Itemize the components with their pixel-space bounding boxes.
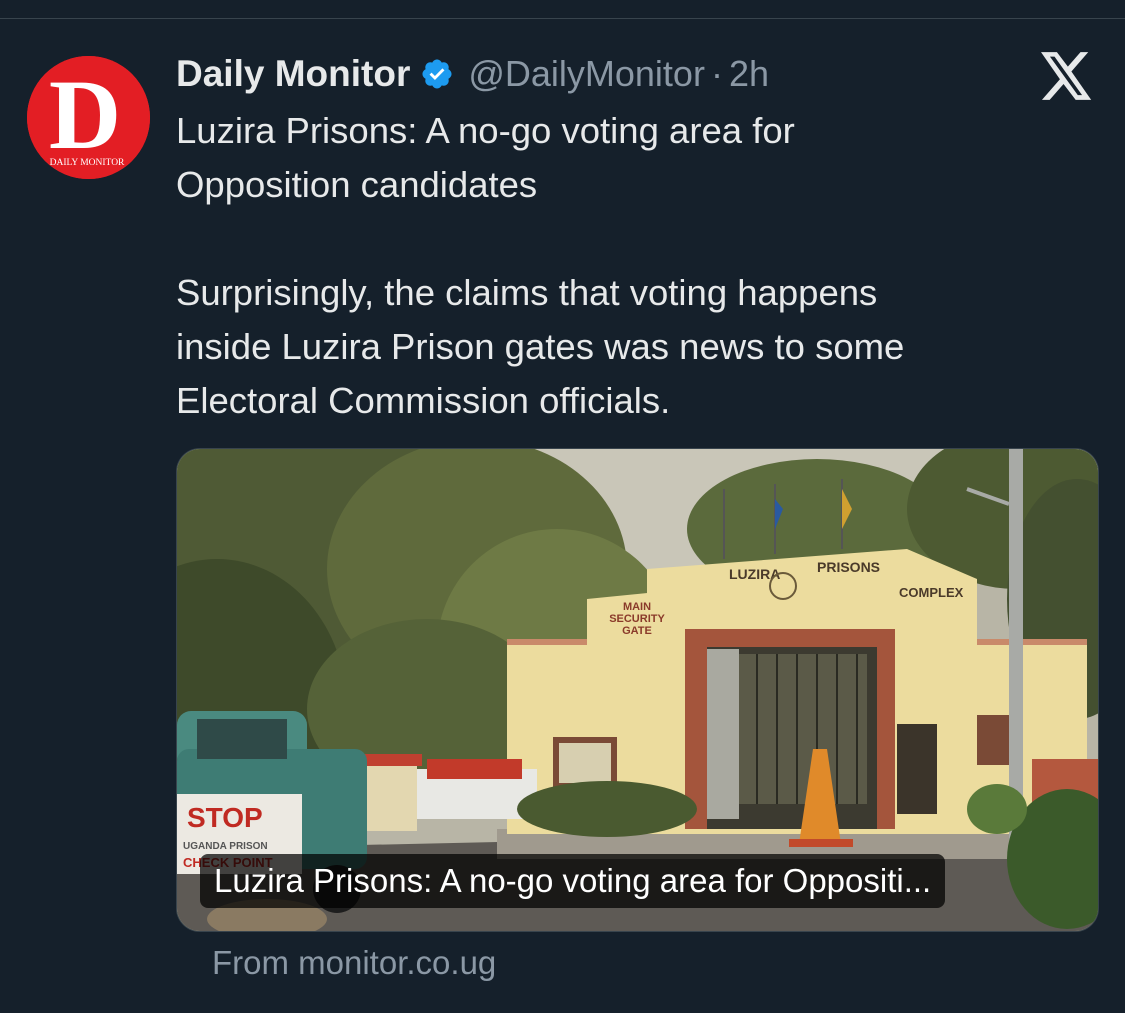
- gate-sign-3: GATE: [622, 625, 652, 637]
- verified-badge-icon: [420, 57, 454, 91]
- gate-sign-2: SECURITY: [609, 613, 665, 625]
- tweet-text: Luzira Prisons: A no-go voting area for …: [176, 110, 905, 421]
- arch-complex-text: COMPLEX: [899, 585, 964, 600]
- card-source-link[interactable]: From monitor.co.ug: [212, 944, 496, 982]
- arch-right-text: PRISONS: [817, 559, 880, 575]
- gate-sign-1: MAIN: [623, 601, 651, 613]
- separator-dot: ·: [710, 53, 723, 94]
- avatar[interactable]: D DAILY MONITOR: [27, 56, 150, 179]
- author-name[interactable]: Daily Monitor: [176, 53, 410, 95]
- tweet-header: Daily Monitor @DailyMonitor · 2h: [176, 50, 769, 98]
- top-divider: [0, 18, 1125, 19]
- tweet-timestamp[interactable]: 2h: [729, 53, 769, 95]
- stop-sign-sub-1: UGANDA PRISON: [183, 841, 268, 852]
- link-card[interactable]: LUZIRA PRISONS COMPLEX MAIN SECURITY GAT…: [176, 448, 1099, 932]
- author-handle[interactable]: @DailyMonitor: [468, 53, 705, 95]
- logo-text: DAILY MONITOR: [50, 158, 125, 168]
- card-caption: Luzira Prisons: A no-go voting area for …: [200, 854, 946, 908]
- logo-letter: D: [49, 59, 121, 170]
- stop-sign-text: STOP: [187, 802, 263, 833]
- daily-monitor-logo: D DAILY MONITOR: [27, 56, 150, 179]
- x-logo-icon[interactable]: [1041, 52, 1093, 100]
